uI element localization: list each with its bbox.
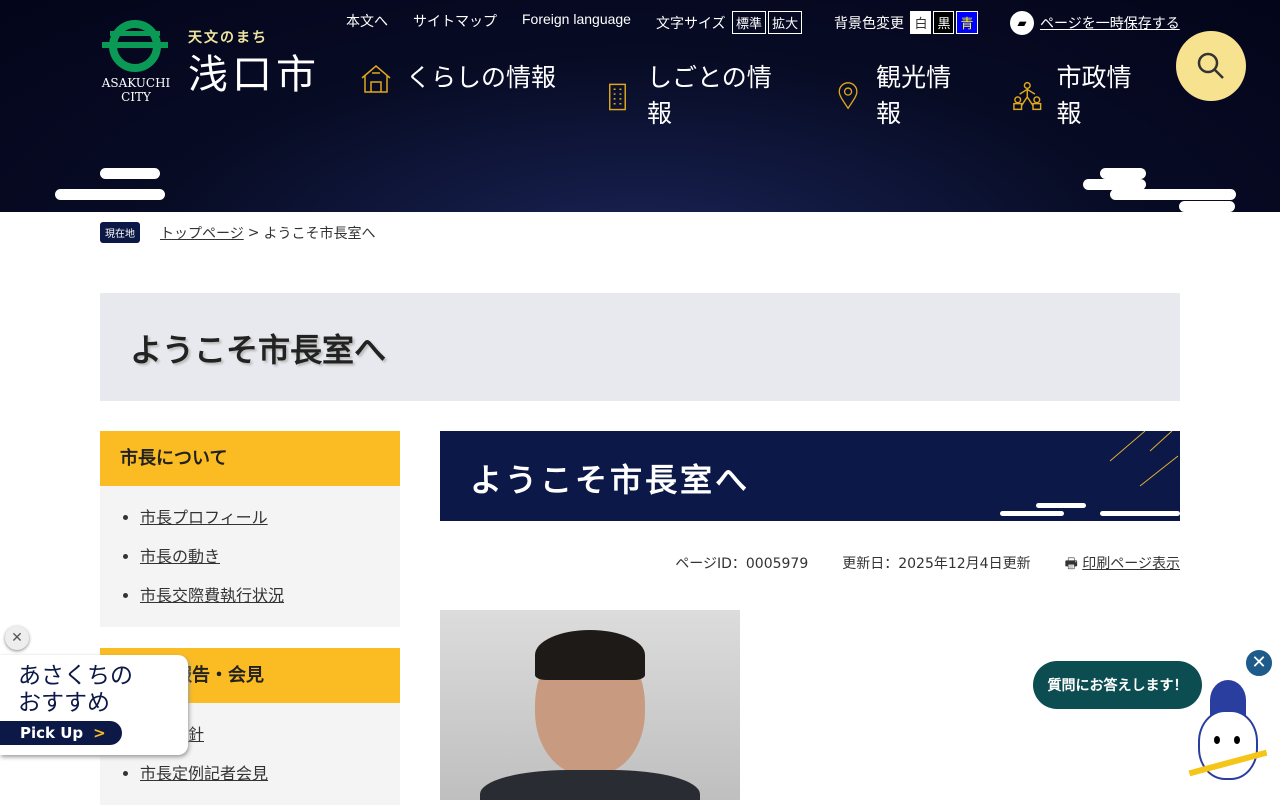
bg-color-label: 背景色変更 xyxy=(834,16,904,32)
sidebar-link-profile[interactable]: 市長プロフィール xyxy=(140,508,268,527)
search-icon xyxy=(1197,52,1224,79)
nav-label: 観光情報 xyxy=(876,63,952,128)
sidebar-heading: 市長について xyxy=(100,431,400,486)
font-large-button[interactable]: 拡大 xyxy=(768,11,803,34)
page-title: ようこそ市長室へ xyxy=(130,331,387,369)
mayor-photo xyxy=(440,610,740,800)
sidebar-link-press[interactable]: 市長定例記者会見 xyxy=(140,764,268,783)
printer-icon: 🖶 xyxy=(1064,556,1083,572)
sidebar-link-expenses[interactable]: 市長交際費執行状況 xyxy=(140,586,284,605)
logo-tagline: 天文のまち xyxy=(188,30,268,46)
nav-label: くらしの情報 xyxy=(406,63,557,92)
breadcrumb: 現在地 トップページ > ようこそ市長室へ xyxy=(100,222,375,243)
breadcrumb-home-link[interactable]: トップページ xyxy=(160,223,244,243)
pickup-button[interactable]: Pick Up > xyxy=(0,721,122,745)
nav-city-admin[interactable]: 市政情報 xyxy=(1012,60,1152,132)
font-size-control: 文字サイズ 標準 拡大 xyxy=(656,11,803,34)
map-pin-icon xyxy=(838,82,858,110)
pickup-button-label: Pick Up xyxy=(20,724,84,742)
pickup-close-button[interactable]: ✕ xyxy=(5,626,29,650)
nav-label: 市政情報 xyxy=(1056,63,1132,128)
chevron-right-icon: > xyxy=(93,724,106,742)
page-id: ページID：0005979 xyxy=(675,556,809,572)
breadcrumb-label: 現在地 xyxy=(100,222,140,243)
nav-tourism[interactable]: 観光情報 xyxy=(834,60,964,132)
breadcrumb-separator: > xyxy=(247,224,260,241)
search-button[interactable] xyxy=(1176,31,1246,101)
logo-city-en: ASAKUCHI CITY xyxy=(101,76,171,104)
content-banner: ようこそ市長室へ xyxy=(440,431,1180,521)
sidebar-link-activities[interactable]: 市長の動き xyxy=(140,547,220,566)
save-page-link[interactable]: ▰ ページを一時保存する xyxy=(1010,11,1180,35)
save-page-label[interactable]: ページを一時保存する xyxy=(1040,13,1180,33)
print-link[interactable]: 🖶 印刷ページ表示 xyxy=(1065,553,1180,577)
print-label[interactable]: 印刷ページ表示 xyxy=(1082,556,1180,572)
shooting-stars-icon xyxy=(1000,431,1180,516)
bg-color-control: 背景色変更 白黒青 xyxy=(834,11,978,34)
nav-living[interactable]: くらしの情報 xyxy=(360,60,560,96)
font-standard-button[interactable]: 標準 xyxy=(732,11,767,34)
breadcrumb-current: ようこそ市長室へ xyxy=(263,225,376,242)
chatbot-bubble[interactable]: 質問にお答えします！ xyxy=(1033,661,1202,709)
page-meta: ページID：0005979 更新日：2025年12月4日更新 🖶 印刷ページ表示 xyxy=(675,553,1180,577)
banner-title: ようこそ市長室へ xyxy=(470,461,751,499)
skip-link[interactable]: 本文へ xyxy=(346,11,388,31)
pickup-widget[interactable]: あさくちの おすすめ Pick Up > xyxy=(0,655,190,755)
foreign-language-link[interactable]: Foreign language xyxy=(522,11,631,27)
font-size-label: 文字サイズ xyxy=(656,16,726,32)
site-header: ASAKUCHI CITY 天文のまち 浅口市 本文へ サイトマップ Forei… xyxy=(0,0,1280,212)
nav-label: しごとの情報 xyxy=(646,63,772,128)
sidebar-section-mayor: 市長について 市長プロフィール 市長の動き 市長交際費執行状況 xyxy=(100,431,400,627)
chatbot-text: 質問にお答えします！ xyxy=(1047,678,1188,694)
logo-name[interactable]: 浅口市 xyxy=(188,50,320,100)
sitemap-link[interactable]: サイトマップ xyxy=(413,11,497,31)
chatbot-mascot-icon[interactable] xyxy=(1188,680,1268,790)
page-title-band: ようこそ市長室へ xyxy=(100,293,1180,401)
pickup-line1: あさくちの xyxy=(18,663,133,689)
house-icon xyxy=(361,65,391,93)
updated-date: 更新日：2025年12月4日更新 xyxy=(842,556,1031,572)
folder-icon: ▰ xyxy=(1010,11,1034,35)
building-icon xyxy=(609,83,626,111)
bg-blue-button[interactable]: 青 xyxy=(956,11,978,34)
nav-work[interactable]: しごとの情報 xyxy=(602,60,792,132)
bg-black-button[interactable]: 黒 xyxy=(933,11,955,34)
people-icon xyxy=(1013,81,1042,111)
bg-white-button[interactable]: 白 xyxy=(910,11,932,34)
pickup-line2: おすすめ xyxy=(18,690,110,716)
city-emblem-icon xyxy=(102,20,168,72)
chatbot-close-button[interactable]: ✕ xyxy=(1244,648,1274,678)
